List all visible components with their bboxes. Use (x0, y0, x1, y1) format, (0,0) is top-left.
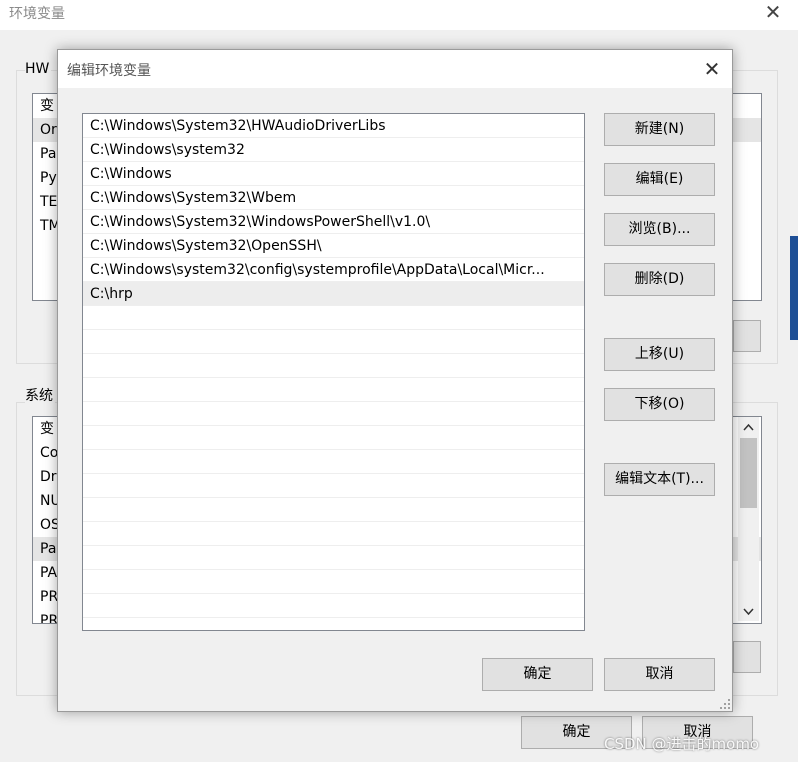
empty-path-row[interactable] (83, 426, 584, 450)
empty-path-row[interactable] (83, 546, 584, 570)
delete-button[interactable]: 删除(D) (604, 263, 715, 296)
dialog-close-icon[interactable]: ✕ (694, 55, 730, 83)
empty-path-row[interactable] (83, 618, 584, 630)
system-variables-label: 系统 (25, 385, 55, 405)
path-entry[interactable]: C:\Windows\System32\Wbem (83, 186, 584, 210)
move-down-button[interactable]: 下移(O) (604, 388, 715, 421)
path-entries-list[interactable]: C:\Windows\System32\HWAudioDriverLibs C:… (82, 113, 585, 631)
empty-path-row[interactable] (83, 330, 584, 354)
path-entry[interactable]: C:\Windows\system32\config\systemprofile… (83, 258, 584, 282)
path-entry[interactable]: C:\Windows\System32\HWAudioDriverLibs (83, 114, 584, 138)
empty-path-row[interactable] (83, 402, 584, 426)
system-variables-button[interactable] (733, 641, 761, 673)
system-list-scrollbar[interactable] (738, 417, 759, 621)
path-entry[interactable]: C:\Windows\System32\WindowsPowerShell\v1… (83, 210, 584, 234)
path-entry-selected[interactable]: C:\hrp (83, 282, 584, 306)
empty-path-row[interactable] (83, 306, 584, 330)
empty-path-row[interactable] (83, 378, 584, 402)
resize-grip-icon[interactable] (719, 698, 731, 710)
bg-title-bar: 环境变量 ✕ (0, 0, 798, 30)
edit-button[interactable]: 编辑(E) (604, 163, 715, 196)
empty-path-row[interactable] (83, 498, 584, 522)
bg-window-title: 环境变量 (9, 6, 65, 22)
ok-button[interactable]: 确定 (482, 658, 593, 691)
cancel-button[interactable]: 取消 (604, 658, 715, 691)
empty-path-row[interactable] (83, 354, 584, 378)
scroll-up-arrow-icon[interactable] (738, 417, 759, 437)
edit-text-button[interactable]: 编辑文本(T)... (604, 463, 715, 496)
scrollbar-thumb[interactable] (740, 438, 757, 508)
path-entry[interactable]: C:\Windows\System32\OpenSSH\ (83, 234, 584, 258)
empty-path-row[interactable] (83, 594, 584, 618)
user-variables-label: HW (25, 61, 52, 77)
path-entry[interactable]: C:\Windows (83, 162, 584, 186)
dialog-title-bar: 编辑环境变量 ✕ (58, 50, 732, 88)
empty-path-row[interactable] (83, 450, 584, 474)
new-button[interactable]: 新建(N) (604, 113, 715, 146)
edit-env-variable-dialog: 编辑环境变量 ✕ C:\Windows\System32\HWAudioDriv… (57, 49, 733, 712)
empty-path-row[interactable] (83, 474, 584, 498)
user-variables-button[interactable] (733, 320, 761, 352)
empty-path-row[interactable] (83, 522, 584, 546)
bg-close-icon[interactable]: ✕ (758, 0, 788, 26)
browse-button[interactable]: 浏览(B)... (604, 213, 715, 246)
csdn-watermark: CSDN @进击的momo (604, 735, 760, 753)
move-up-button[interactable]: 上移(U) (604, 338, 715, 371)
scroll-down-arrow-icon[interactable] (738, 601, 759, 621)
path-entry[interactable]: C:\Windows\system32 (83, 138, 584, 162)
empty-path-row[interactable] (83, 570, 584, 594)
dialog-title: 编辑环境变量 (67, 63, 151, 79)
desktop-edge-strip (790, 236, 798, 340)
